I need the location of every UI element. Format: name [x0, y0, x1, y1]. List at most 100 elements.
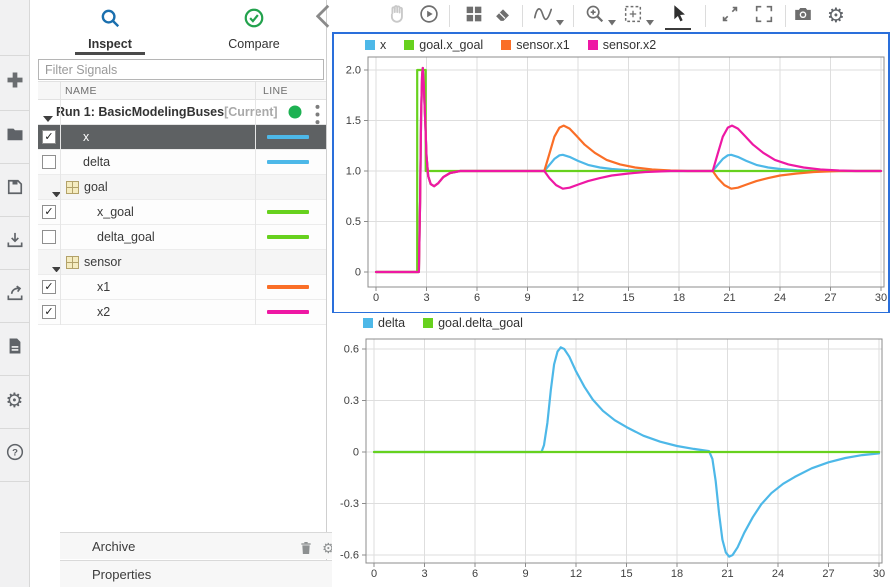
layout-button[interactable]: [461, 3, 487, 29]
mode-tabs: Inspect Compare: [38, 0, 326, 55]
grid-icon: [463, 3, 485, 30]
svg-text:-0.3: -0.3: [340, 498, 359, 510]
bus-row-sensor[interactable]: sensor: [38, 250, 326, 275]
fit-to-view-dropdown-caret[interactable]: [646, 13, 654, 19]
signal-row-delta_goal[interactable]: delta_goal: [38, 225, 326, 250]
svg-text:0: 0: [373, 292, 379, 304]
add-button[interactable]: [0, 62, 29, 102]
checkbox-x[interactable]: ✓: [42, 130, 56, 144]
signal-label: x2: [97, 305, 110, 319]
signal-label: x: [83, 130, 89, 144]
fullscreen-button[interactable]: [751, 3, 777, 29]
svg-text:3: 3: [421, 568, 427, 580]
line-swatch-delta_goal[interactable]: [267, 235, 309, 239]
svg-text:21: 21: [721, 568, 733, 580]
signal-style-button[interactable]: [530, 3, 556, 29]
tab-inspect[interactable]: Inspect: [38, 0, 182, 55]
bus-row-goal[interactable]: goal: [38, 175, 326, 200]
signal-row-delta[interactable]: delta: [38, 150, 326, 175]
archive-label: Archive: [92, 539, 135, 554]
plot-canvas[interactable]: 0369121518212427302.01.51.00.50: [334, 55, 888, 311]
signal-row-x_goal[interactable]: ✓x_goal: [38, 200, 326, 225]
wave-icon: [532, 3, 554, 30]
bottom-plot[interactable]: deltagoal.delta_goal0369121518212427300.…: [332, 313, 890, 587]
fit-to-view-button[interactable]: [620, 3, 646, 29]
magnifier-icon: [99, 7, 121, 34]
properties-label: Properties: [92, 567, 151, 582]
run-expander-icon[interactable]: [43, 109, 53, 116]
legend-label: x: [380, 38, 386, 52]
archive-section-bar[interactable]: Archive ⚙: [60, 532, 357, 559]
pan-button[interactable]: [384, 3, 410, 29]
pointer-button[interactable]: [665, 3, 691, 29]
svg-text:3: 3: [423, 292, 429, 304]
settings-button[interactable]: ⚙: [823, 3, 849, 29]
toolbar-separator: [449, 5, 450, 27]
filter-signals-input[interactable]: [38, 59, 324, 80]
import-icon: [5, 230, 25, 255]
svg-text:1.5: 1.5: [346, 115, 361, 127]
bus-icon: [66, 256, 79, 269]
expand-arrows-icon: [719, 3, 741, 30]
import-button[interactable]: [0, 222, 29, 262]
checkbox-x_goal[interactable]: ✓: [42, 205, 56, 219]
plot-canvas[interactable]: 0369121518212427300.60.30-0.3-0.6: [332, 333, 886, 587]
legend-label: sensor.x2: [603, 38, 657, 52]
toolbar-separator: [573, 5, 574, 27]
column-header-line: LINE: [263, 85, 288, 97]
report-button[interactable]: [0, 328, 29, 368]
run-status-text: [Current]: [224, 105, 277, 119]
run-title: Run 1: BasicModelingBuses[Current]: [56, 105, 278, 119]
export-icon: [5, 283, 25, 308]
signal-style-dropdown-caret[interactable]: [556, 13, 564, 19]
checkbox-x1[interactable]: ✓: [42, 280, 56, 294]
replay-button[interactable]: [416, 3, 442, 29]
top-plot[interactable]: xgoal.x_goalsensor.x1sensor.x20369121518…: [332, 32, 890, 314]
line-swatch-x_goal[interactable]: [267, 210, 309, 214]
svg-text:24: 24: [774, 292, 786, 304]
legend-item-delta: delta: [363, 316, 405, 330]
run-row[interactable]: Run 1: BasicModelingBuses[Current]: [38, 100, 326, 125]
zoom-button[interactable]: [582, 3, 608, 29]
clear-button[interactable]: [490, 3, 516, 29]
expand-button[interactable]: [717, 3, 743, 29]
legend-label: goal.delta_goal: [438, 316, 523, 330]
legend-item-sensor.x2: sensor.x2: [588, 38, 657, 52]
checkbox-delta_goal[interactable]: [42, 230, 56, 244]
plot-toolbar: ⚙: [332, 0, 892, 32]
svg-text:1.0: 1.0: [346, 166, 361, 178]
save-button[interactable]: [0, 169, 29, 209]
signal-row-x1[interactable]: ✓x1: [38, 275, 326, 300]
svg-text:30: 30: [873, 568, 885, 580]
line-swatch-x1[interactable]: [267, 285, 309, 289]
run-menu-button[interactable]: [314, 104, 321, 121]
svg-text:21: 21: [723, 292, 735, 304]
signal-tree: Run 1: BasicModelingBuses[Current]✓xdelt…: [38, 100, 326, 325]
svg-text:6: 6: [472, 568, 478, 580]
chevron-left-icon[interactable]: [316, 4, 330, 20]
toolbar-separator: [705, 5, 706, 27]
preferences-button[interactable]: ⚙: [0, 381, 29, 421]
zoom-dropdown-caret[interactable]: [608, 13, 616, 19]
tab-inspect-label: Inspect: [88, 37, 132, 51]
checkbox-x2[interactable]: ✓: [42, 305, 56, 319]
signal-row-x2[interactable]: ✓ x2: [38, 300, 326, 325]
checkbox-delta[interactable]: [42, 155, 56, 169]
snapshot-button[interactable]: [790, 3, 816, 29]
legend-label: goal.x_goal: [419, 38, 483, 52]
signal-row-x[interactable]: ✓x: [38, 125, 326, 150]
properties-section-bar[interactable]: Properties: [60, 560, 357, 587]
tab-compare[interactable]: Compare: [182, 0, 326, 55]
trash-icon[interactable]: [298, 540, 314, 561]
open-button[interactable]: [0, 116, 29, 156]
help-button[interactable]: ?: [0, 434, 29, 474]
legend-item-goal.delta_goal: goal.delta_goal: [423, 316, 523, 330]
line-swatch-delta[interactable]: [267, 160, 309, 164]
run-status-dot: [288, 105, 302, 119]
fit-view-icon: [622, 3, 644, 30]
export-button[interactable]: [0, 275, 29, 315]
help-icon: ?: [5, 442, 25, 467]
tree-divider-1: [60, 100, 61, 325]
line-swatch-x[interactable]: [267, 135, 309, 139]
line-swatch-x2[interactable]: [267, 310, 309, 314]
